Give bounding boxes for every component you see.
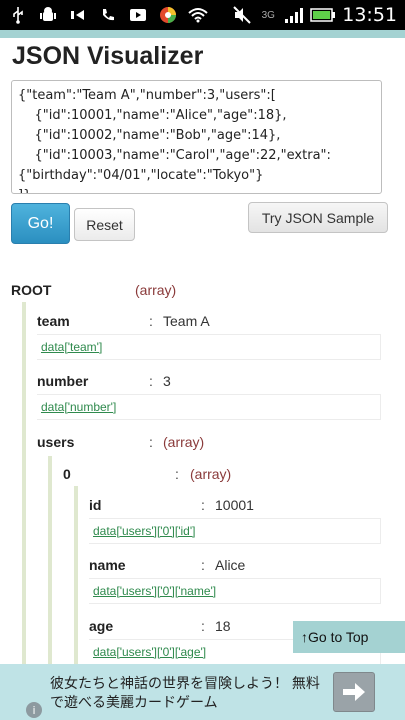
path-link-name[interactable]: data['users']['0']['name'] xyxy=(93,584,216,598)
tree-colon: : xyxy=(201,497,205,513)
tree-value-number: 3 xyxy=(163,373,171,389)
tree-colon: : xyxy=(149,434,153,450)
tree-root-type: (array) xyxy=(135,282,177,298)
tree-key-users-0: 0 xyxy=(63,466,71,482)
tree-type-users: (array) xyxy=(163,434,205,450)
tree-colon: : xyxy=(149,313,153,329)
arrow-up-icon: ↑ xyxy=(301,629,308,645)
youtube-icon xyxy=(128,6,148,24)
path-row-id: data['users']['0']['id'] xyxy=(89,518,381,544)
wifi-icon xyxy=(188,6,208,24)
ad-open-button[interactable] xyxy=(333,672,375,712)
usb-icon xyxy=(8,6,28,24)
json-input[interactable]: {"team":"Team A","number":3,"users":[ {"… xyxy=(11,80,382,194)
phone-icon xyxy=(98,6,118,24)
path-link-id[interactable]: data['users']['0']['id'] xyxy=(93,524,195,538)
go-to-top-label: Go to Top xyxy=(308,629,369,645)
ad-info-icon[interactable]: i xyxy=(26,702,42,718)
tree-colon: : xyxy=(149,373,153,389)
path-link-age[interactable]: data['users']['0']['age'] xyxy=(93,645,206,659)
signal-icon xyxy=(284,6,304,24)
tree-value-team: Team A xyxy=(163,313,210,329)
ad-text: 彼女たちと神話の世界を冒険しよう！ 無料で遊べる美麗カードゲーム xyxy=(50,675,320,710)
app-icon xyxy=(158,6,178,24)
tree-key-team: team xyxy=(37,313,70,329)
tree-colon: : xyxy=(175,466,179,482)
battery-icon xyxy=(310,6,336,24)
go-to-top-button[interactable]: ↑ Go to Top xyxy=(293,621,405,653)
android-debug-icon xyxy=(38,6,58,24)
tree-line-root xyxy=(22,302,26,664)
toolbar-accent-strip xyxy=(0,30,405,38)
tree-type-users-0: (array) xyxy=(190,466,232,482)
tree-line-user-0 xyxy=(74,486,78,664)
path-link-team[interactable]: data['team'] xyxy=(41,340,102,354)
cast-icon xyxy=(68,6,88,24)
path-row-number: data['number'] xyxy=(37,394,381,420)
clock: 13:51 xyxy=(342,4,397,26)
go-button[interactable]: Go! xyxy=(11,203,70,244)
path-link-number[interactable]: data['number'] xyxy=(41,400,116,414)
tree-key-id: id xyxy=(89,497,102,513)
tree-value-id: 10001 xyxy=(215,497,254,513)
tree-key-users: users xyxy=(37,434,75,450)
tree-key-name: name xyxy=(89,557,126,573)
tree-root-label: ROOT xyxy=(11,282,52,298)
tree-value-name: Alice xyxy=(215,557,246,573)
status-bar: 3G 13:51 xyxy=(0,0,405,30)
tree-colon: : xyxy=(201,618,205,634)
arrow-right-icon xyxy=(343,683,365,701)
tree-line-users xyxy=(48,456,52,664)
tree-value-age: 18 xyxy=(215,618,231,634)
try-json-sample-button[interactable]: Try JSON Sample xyxy=(248,202,388,233)
tree-colon: : xyxy=(201,557,205,573)
3g-icon: 3G xyxy=(261,9,275,21)
tree-key-number: number xyxy=(37,373,89,389)
mute-icon xyxy=(232,6,252,24)
tree-key-age: age xyxy=(89,618,114,634)
path-row-team: data['team'] xyxy=(37,334,381,360)
path-row-name: data['users']['0']['name'] xyxy=(89,578,381,604)
page-title: JSON Visualizer xyxy=(12,42,204,70)
reset-button[interactable]: Reset xyxy=(74,208,135,241)
